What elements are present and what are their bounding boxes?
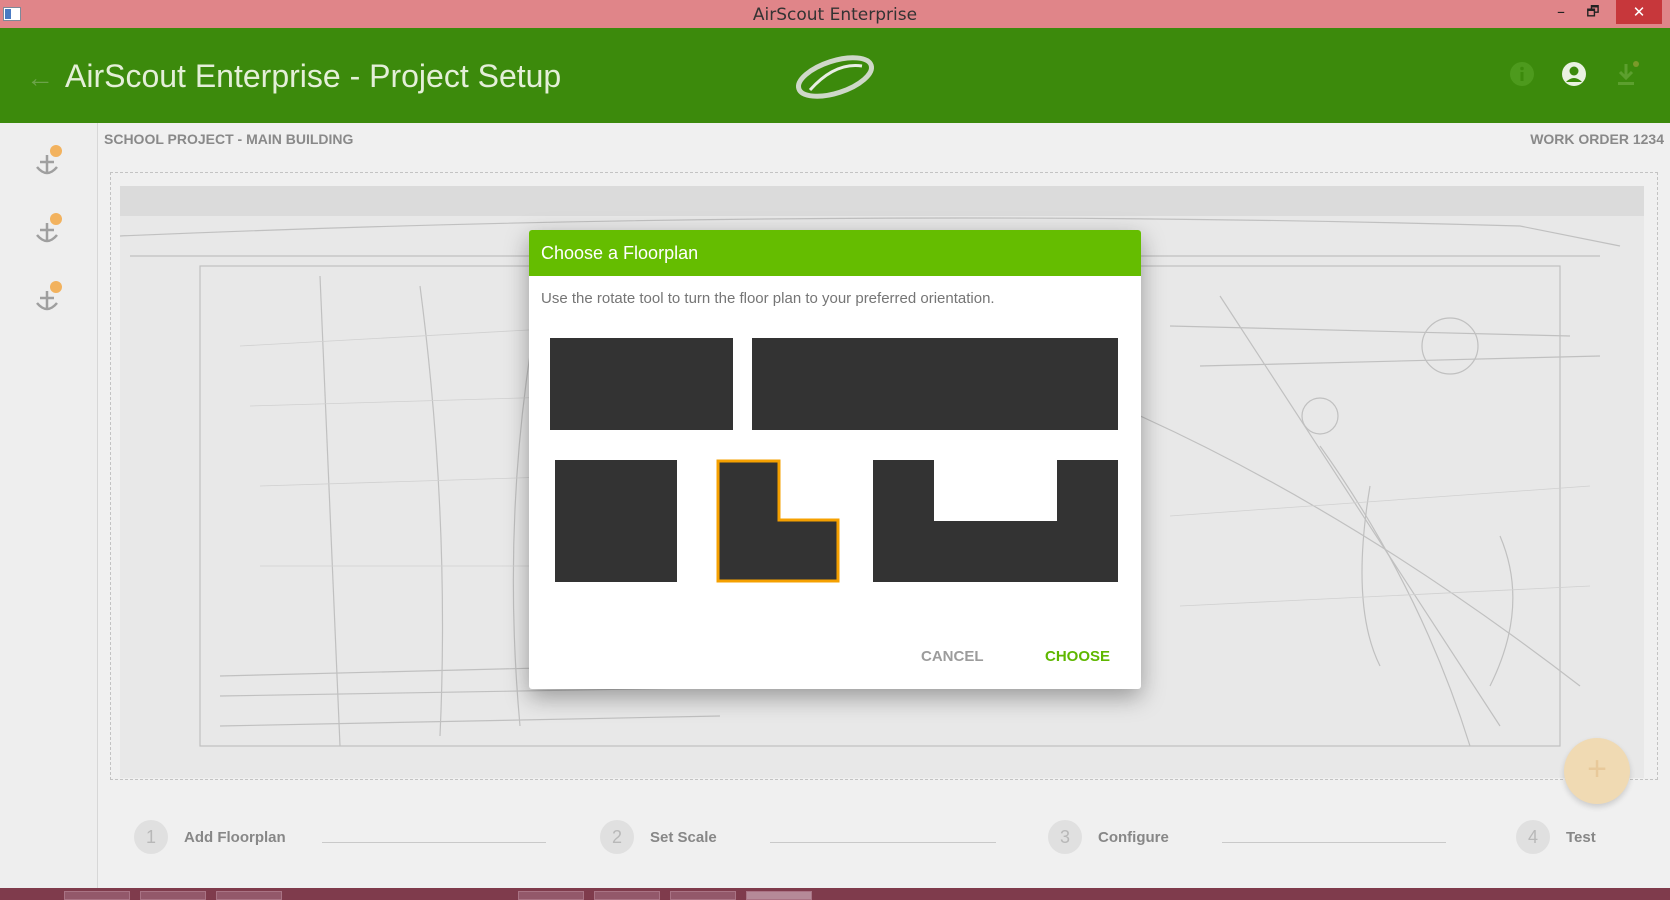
taskbar-app[interactable]	[64, 891, 130, 900]
info-icon[interactable]	[1508, 60, 1536, 88]
step-number: 3	[1048, 820, 1082, 854]
choose-button[interactable]: CHOOSE	[1045, 648, 1110, 665]
page-title: AirScout Enterprise - Project Setup	[65, 58, 562, 94]
floorplan-shape-rectangle-wide[interactable]	[752, 338, 1118, 430]
back-arrow-icon[interactable]: ←	[26, 62, 54, 94]
minimize-button[interactable]: –	[1546, 0, 1576, 24]
step-label: Set Scale	[650, 829, 717, 846]
app-header: ← AirScout Enterprise - Project Setup	[0, 28, 1670, 123]
taskbar-app-active[interactable]	[746, 891, 812, 900]
taskbar-app[interactable]	[140, 891, 206, 900]
taskbar-app[interactable]	[670, 891, 736, 900]
taskbar-app[interactable]	[594, 891, 660, 900]
step-number: 4	[1516, 820, 1550, 854]
plus-icon: +	[1587, 750, 1607, 788]
step-number: 1	[134, 820, 168, 854]
setup-stepper: 1 Add Floorplan 2 Set Scale 3 Configure …	[100, 815, 1670, 865]
choose-floorplan-dialog: Choose a Floorplan Use the rotate tool t…	[529, 230, 1141, 689]
download-icon[interactable]	[1612, 60, 1640, 88]
maximize-button[interactable]: 🗗	[1578, 0, 1608, 24]
step-label: Test	[1566, 829, 1596, 846]
floorplan-shape-square[interactable]	[555, 460, 677, 582]
cancel-button[interactable]: CANCEL	[921, 648, 984, 665]
window-title: AirScout Enterprise	[752, 5, 918, 25]
taskbar-app[interactable]	[518, 891, 584, 900]
step-connector	[770, 842, 996, 843]
step-label: Add Floorplan	[184, 829, 286, 846]
taskbar-app[interactable]	[216, 891, 282, 900]
step-number: 2	[600, 820, 634, 854]
close-button[interactable]: ✕	[1616, 0, 1662, 24]
floorplan-shape-rectangle-small[interactable]	[550, 338, 733, 430]
dialog-description: Use the rotate tool to turn the floor pl…	[541, 290, 995, 307]
account-icon[interactable]	[1560, 60, 1588, 88]
step-label: Configure	[1098, 829, 1169, 846]
floorplan-shape-l-shape[interactable]	[716, 459, 840, 583]
step-connector	[322, 842, 546, 843]
airscout-logo	[796, 55, 874, 99]
windows-taskbar	[0, 888, 1670, 900]
floorplan-shape-u-shape[interactable]	[873, 460, 1119, 582]
add-fab-button[interactable]: +	[1564, 738, 1630, 804]
window-titlebar: AirScout Enterprise – 🗗 ✕	[0, 0, 1670, 28]
step-connector	[1222, 842, 1446, 843]
dialog-title: Choose a Floorplan	[529, 230, 1141, 276]
